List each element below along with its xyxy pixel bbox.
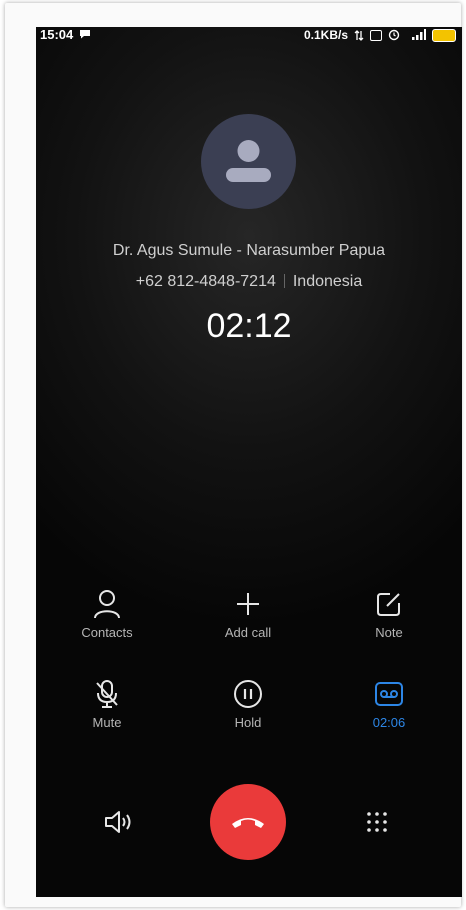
note-button[interactable]: Note [334, 589, 444, 640]
call-duration: 02:12 [206, 307, 292, 345]
person-icon [94, 590, 120, 619]
record-button[interactable]: 02:06 [334, 679, 444, 730]
add-call-label: Add call [224, 625, 272, 640]
caller-region: Indonesia [292, 273, 363, 290]
caller-number: +62 812-4848-7214 [135, 273, 276, 290]
status-bar: 15:04 0.1KB/s [36, 27, 462, 49]
contacts-label: Contacts [81, 625, 133, 640]
battery-icon [432, 28, 456, 42]
separator [283, 274, 285, 288]
caller-name: Dr. Agus Sumule - Narasumber Papua [112, 242, 386, 259]
mic-off-icon [96, 680, 118, 708]
contact-avatar [201, 114, 296, 209]
data-arrows-icon [354, 29, 364, 41]
photo-frame: 15:04 0.1KB/s Dr. Agus Sumule - Narasumb… [5, 3, 462, 907]
end-call-icon [232, 818, 264, 828]
voicemail-icon [375, 682, 403, 706]
plus-icon [237, 593, 259, 615]
pause-icon [234, 680, 262, 708]
note-label: Note [375, 625, 403, 640]
end-call-button[interactable] [210, 784, 286, 860]
network-speed: 0.1KB/s [303, 28, 348, 42]
dialpad-icon[interactable] [366, 811, 388, 833]
add-call-button[interactable]: Add call [193, 589, 303, 640]
speaker-icon[interactable] [104, 810, 134, 834]
alarm-icon [388, 29, 400, 41]
signal-icon [412, 29, 426, 40]
hold-label: Hold [234, 715, 262, 730]
mute-label: Mute [92, 715, 122, 730]
note-icon [377, 593, 400, 616]
sim-icon [370, 29, 382, 41]
recording-timer: 02:06 [372, 715, 406, 730]
caller-details: +62 812-4848-7214 Indonesia [36, 273, 462, 291]
hold-button[interactable]: Hold [193, 679, 303, 730]
call-screen: 15:04 0.1KB/s Dr. Agus Sumule - Narasumb… [36, 27, 462, 897]
person-placeholder-icon [226, 140, 271, 182]
status-icons: 0.1KB/s [304, 27, 456, 43]
chat-bubble-icon [80, 30, 90, 39]
status-time: 15:04 [40, 27, 74, 42]
mute-button[interactable]: Mute [52, 679, 162, 730]
contacts-button[interactable]: Contacts [52, 589, 162, 640]
